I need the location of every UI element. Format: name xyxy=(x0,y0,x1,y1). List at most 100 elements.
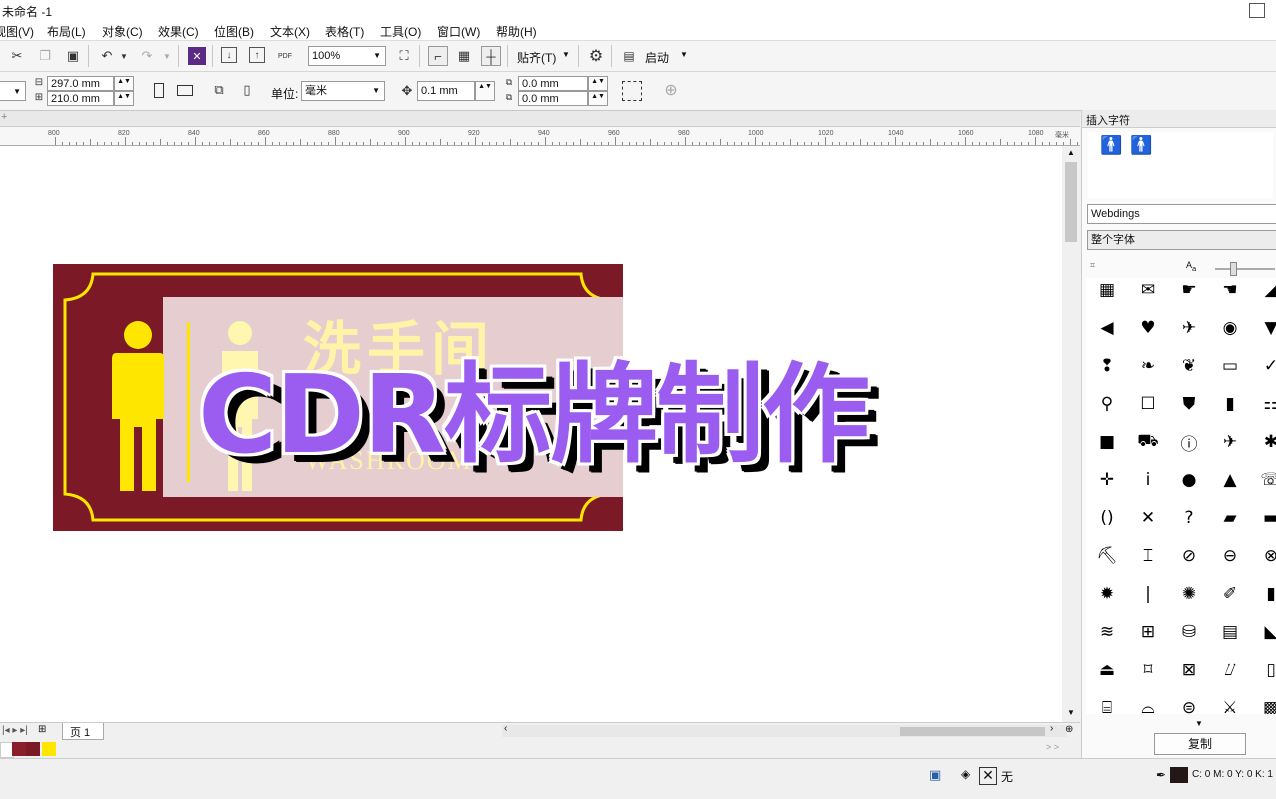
glyph-cell[interactable]: ◉ xyxy=(1215,314,1245,342)
glyph-cell[interactable]: ⌓ xyxy=(1133,694,1163,714)
scroll-down-icon[interactable]: ▼ xyxy=(1067,708,1075,717)
duplicate-x-stepper[interactable]: ▲▼ xyxy=(588,76,608,91)
outline-pen-icon[interactable]: ✒ xyxy=(1156,768,1166,782)
glyph-cell[interactable]: ⊖ xyxy=(1215,542,1245,570)
glyph-cell[interactable]: ▯ xyxy=(1256,656,1276,684)
scroll-up-icon[interactable]: ▲ xyxy=(1067,148,1075,157)
full-screen-icon[interactable]: ⛶ xyxy=(395,47,413,65)
portrait-icon[interactable] xyxy=(150,81,168,99)
glyph-cell[interactable]: ⛏ xyxy=(1092,542,1122,570)
add-document-icon[interactable]: + xyxy=(1,111,7,123)
glyph-cell[interactable]: ✛ xyxy=(1092,466,1122,494)
menu-bitmaps[interactable]: 位图(B) xyxy=(214,23,254,40)
add-page-icon[interactable]: ⊞ xyxy=(38,724,46,735)
glyph-cell[interactable]: ▰ xyxy=(1215,504,1245,532)
glyph-cell[interactable]: ⌶ xyxy=(1133,542,1163,570)
font-select[interactable]: Webdings xyxy=(1087,204,1276,224)
glyph-cell[interactable]: ✕ xyxy=(1133,504,1163,532)
glyph-cell[interactable]: ⌰ xyxy=(1215,656,1245,684)
glyph-grid[interactable]: ▦ ✉ ☛ ☚ ◢ ◀ ♥ ✈ ◉ ▼ ❢ ❧ ❦ ▭ ✓ ⚲ ☐ ⛊ ▮ ⚏ ■ ⛟ ⓘ ✈ ✱ ✛ ⅰ ● ▲ ☏ () ✕? ▰ ▬ ⛏ ⌶ ⊘ ⊖… xyxy=(1086,278,1276,714)
glyph-cell[interactable]: ● xyxy=(1174,466,1204,494)
glyph-cell[interactable]: ⊗ xyxy=(1256,542,1276,570)
glyph-cell[interactable]: ⊜ xyxy=(1174,694,1204,714)
glyph-cell[interactable]: ✹ xyxy=(1092,580,1122,608)
width-stepper[interactable]: ▲▼ xyxy=(114,76,134,91)
glyph-cell[interactable]: ◢ xyxy=(1256,278,1276,304)
glyph-cell[interactable]: ▩ xyxy=(1256,694,1276,714)
page-size-select[interactable]: ▼ xyxy=(0,81,26,101)
page-height-input[interactable]: 210.0 mm xyxy=(47,91,114,106)
glyph-cell[interactable]: ✈ xyxy=(1215,428,1245,456)
drawing-canvas[interactable]: 洗手间 WASHROOM CDR标牌制作 xyxy=(0,146,1062,722)
redo-icon[interactable]: ↷ xyxy=(138,47,156,65)
snap-dropdown-icon[interactable]: ▼ xyxy=(562,50,570,59)
cut-icon[interactable]: ✂ xyxy=(8,47,26,65)
paste-icon[interactable]: ▣ xyxy=(64,47,82,65)
height-stepper[interactable]: ▲▼ xyxy=(114,91,134,106)
glyph-cell[interactable]: ☐ xyxy=(1133,390,1163,418)
glyph-cell[interactable]: ⏏ xyxy=(1092,656,1122,684)
glyph-cell[interactable]: ✉ xyxy=(1133,278,1163,304)
glyph-cell[interactable]: ☏ xyxy=(1256,466,1276,494)
nudge-distance-input[interactable]: 0.1 mm xyxy=(417,81,475,101)
show-rulers-icon[interactable]: ⌐ xyxy=(428,46,448,66)
horizontal-scroll-thumb[interactable] xyxy=(900,727,1045,736)
gear-icon[interactable]: ⚙ xyxy=(587,47,605,65)
vertical-scrollbar[interactable]: ▲ ▼ xyxy=(1062,146,1080,722)
glyph-cell[interactable]: ▤ xyxy=(1215,618,1245,646)
palette-swatch[interactable] xyxy=(26,742,40,756)
glyph-cell[interactable]: ⊞ xyxy=(1133,618,1163,646)
glyph-cell[interactable]: ⊠ xyxy=(1174,656,1204,684)
horizontal-ruler[interactable]: 800 820 840 860 880 900 920 940 960 980 1000 1020 10… xyxy=(0,127,1099,146)
all-pages-icon[interactable]: ⧉ xyxy=(210,81,228,99)
menu-help[interactable]: 帮助(H) xyxy=(496,23,537,40)
glyph-cell[interactable]: ▭ xyxy=(1215,352,1245,380)
treat-as-filled-icon[interactable] xyxy=(622,81,642,101)
glyph-cell[interactable]: ✈ xyxy=(1174,314,1204,342)
show-guidelines-icon[interactable]: ┼ xyxy=(481,46,501,66)
glyph-cell[interactable]: ⅰ xyxy=(1133,466,1163,494)
glyph-cell[interactable]: ⚔ xyxy=(1215,694,1245,714)
subset-select[interactable]: 整个字体 xyxy=(1087,230,1276,250)
glyph-cell[interactable]: ⚏ xyxy=(1256,390,1276,418)
redo-dropdown-icon[interactable]: ▼ xyxy=(158,47,176,65)
palette-swatch[interactable] xyxy=(42,742,56,756)
glyph-cell[interactable]: ⌸ xyxy=(1092,694,1122,714)
zoom-slider[interactable] xyxy=(1215,268,1275,270)
glyph-cell[interactable]: ≋ xyxy=(1092,618,1122,646)
glyph-cell[interactable]: () xyxy=(1092,504,1122,532)
glyph-cell[interactable]: ♥ xyxy=(1133,314,1163,342)
glyph-cell[interactable]: ❦ xyxy=(1174,352,1204,380)
fill-bucket-icon[interactable]: ◈ xyxy=(961,767,970,781)
search-content-icon[interactable]: ✕ xyxy=(188,47,206,65)
glyph-cell[interactable]: ⛊ xyxy=(1174,390,1204,418)
menu-table[interactable]: 表格(T) xyxy=(325,23,364,40)
glyph-cell[interactable]: ◀ xyxy=(1092,314,1122,342)
glyph-cell[interactable]: ▮ xyxy=(1215,390,1245,418)
glyph-cell[interactable]: ✺ xyxy=(1174,580,1204,608)
palette-scroll-icon[interactable]: > > xyxy=(1046,742,1059,752)
glyph-cell[interactable]: ❢ xyxy=(1092,352,1122,380)
expand-down-icon[interactable]: ▼ xyxy=(1195,719,1203,728)
launch-button[interactable]: 启动 xyxy=(645,49,669,66)
glyph-cell[interactable]: ☛ xyxy=(1174,278,1204,304)
snap-to-button[interactable]: 贴齐(T) xyxy=(517,49,556,66)
nudge-stepper[interactable]: ▲▼ xyxy=(475,81,495,101)
menu-window[interactable]: 窗口(W) xyxy=(437,23,480,40)
publish-pdf-icon[interactable]: PDF xyxy=(276,47,294,65)
scroll-right-icon[interactable]: › xyxy=(1050,723,1053,734)
launch-icon[interactable]: ▤ xyxy=(620,47,638,65)
menu-text[interactable]: 文本(X) xyxy=(270,23,310,40)
color-proof-icon[interactable]: ▣ xyxy=(929,767,941,783)
menu-layout[interactable]: 布局(L) xyxy=(47,23,86,40)
glyph-cell[interactable]: ☚ xyxy=(1215,278,1245,304)
undo-dropdown-icon[interactable]: ▼ xyxy=(115,47,133,65)
glyph-cell[interactable]: ▬ xyxy=(1256,504,1276,532)
glyph-cell[interactable]: ⛟ xyxy=(1133,428,1163,456)
glyph-cell[interactable]: ✐ xyxy=(1215,580,1245,608)
page-tab[interactable]: 页 1 xyxy=(62,723,104,740)
current-page-icon[interactable]: ▯ xyxy=(238,81,256,99)
vertical-scroll-thumb[interactable] xyxy=(1065,162,1077,242)
glyph-cell[interactable]: ▦ xyxy=(1092,278,1122,304)
palette-swatch[interactable] xyxy=(12,742,26,756)
